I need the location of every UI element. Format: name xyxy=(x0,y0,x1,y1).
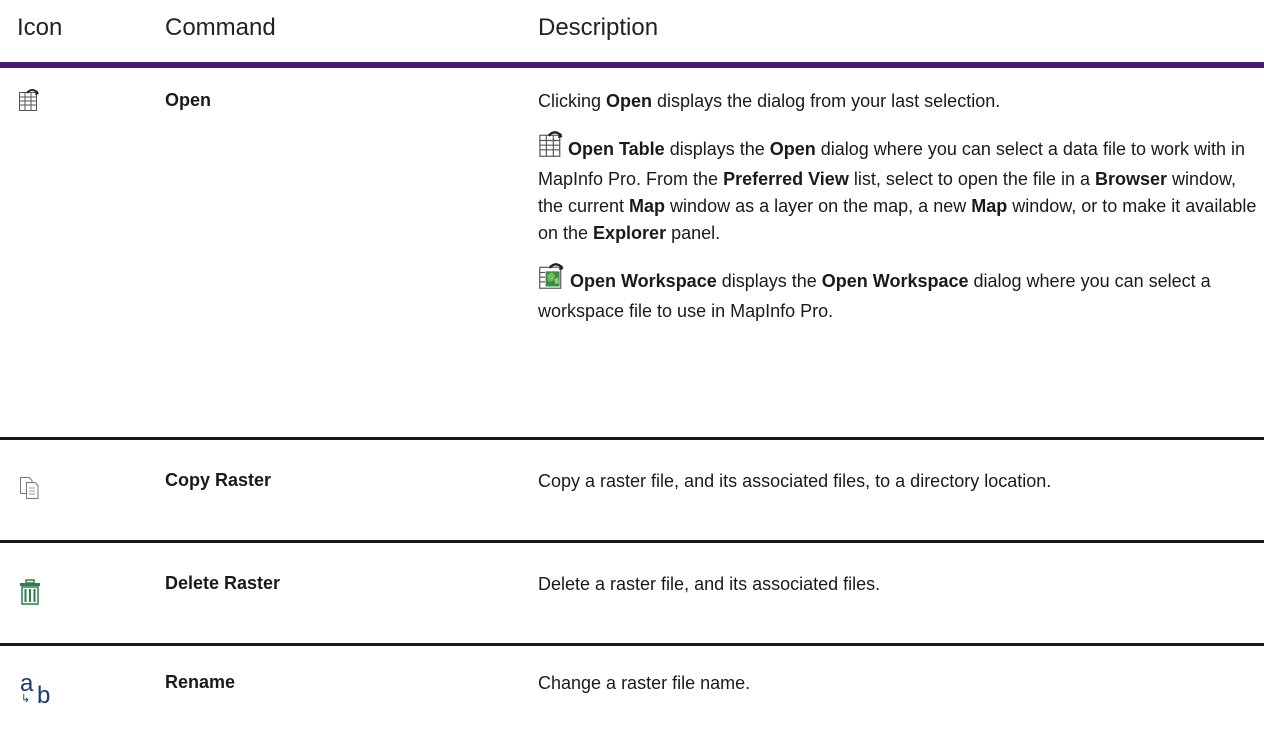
text-bold: Map xyxy=(629,196,666,216)
copy-raster-icon xyxy=(18,476,40,505)
description-open: Clicking Open displays the dialog from y… xyxy=(538,88,1258,325)
open-workspace-icon xyxy=(538,262,566,298)
text-bold: Browser xyxy=(1094,169,1167,189)
text: window as a layer on the map, a new xyxy=(665,196,972,216)
table-header: Icon Command Description xyxy=(0,0,1264,68)
header-command: Command xyxy=(165,14,276,41)
table-row-rename: a ↳ b Rename Change a raster file name. xyxy=(0,646,1264,742)
rename-icon: a ↳ b xyxy=(18,670,58,710)
table-row-open: Open Clicking Open displays the dialog f… xyxy=(0,68,1264,440)
rename-glyph-arrow: ↳ xyxy=(21,693,31,705)
description-rename: Change a raster file name. xyxy=(538,673,751,693)
text: list, select to open the file in a xyxy=(848,169,1095,189)
text: displays the xyxy=(716,271,822,291)
delete-raster-icon xyxy=(18,579,42,610)
description-copy-raster: Copy a raster file, and its associated f… xyxy=(538,471,1052,491)
table-row-delete-raster: Delete Raster Delete a raster file, and … xyxy=(0,543,1264,646)
desc-open-p1: Clicking Open displays the dialog from y… xyxy=(538,88,1258,115)
text-bold: Preferred View xyxy=(723,169,849,189)
description-delete-raster: Delete a raster file, and its associated… xyxy=(538,574,881,594)
text-bold: Explorer xyxy=(593,223,667,243)
text: panel. xyxy=(666,223,721,243)
text-bold: Open Table xyxy=(568,139,665,159)
text-bold: Map xyxy=(971,196,1008,216)
desc-open-p3: Open Workspace displays the Open Workspa… xyxy=(538,262,1258,325)
open-table-icon xyxy=(538,130,564,166)
command-rename: Rename xyxy=(165,672,236,692)
command-open: Open xyxy=(165,90,212,110)
text-bold: Open xyxy=(606,91,653,111)
text-bold: Open Workspace xyxy=(821,271,969,291)
text-bold: Open Workspace xyxy=(570,271,717,291)
command-table: Icon Command Description Open Clicking O… xyxy=(0,0,1264,742)
text: displays the xyxy=(664,139,770,159)
table-row-copy-raster: Copy Raster Copy a raster file, and its … xyxy=(0,440,1264,543)
rename-glyph-b: b xyxy=(37,682,51,709)
header-icon: Icon xyxy=(17,14,63,41)
command-delete-raster: Delete Raster xyxy=(165,573,281,593)
text: displays the dialog from your last selec… xyxy=(652,91,1001,111)
text: Clicking xyxy=(538,91,607,111)
header-description: Description xyxy=(538,14,659,41)
text-bold: Open xyxy=(769,139,816,159)
open-table-icon xyxy=(18,88,40,117)
command-copy-raster: Copy Raster xyxy=(165,470,272,490)
desc-open-p2: Open Table displays the Open dialog wher… xyxy=(538,130,1258,247)
